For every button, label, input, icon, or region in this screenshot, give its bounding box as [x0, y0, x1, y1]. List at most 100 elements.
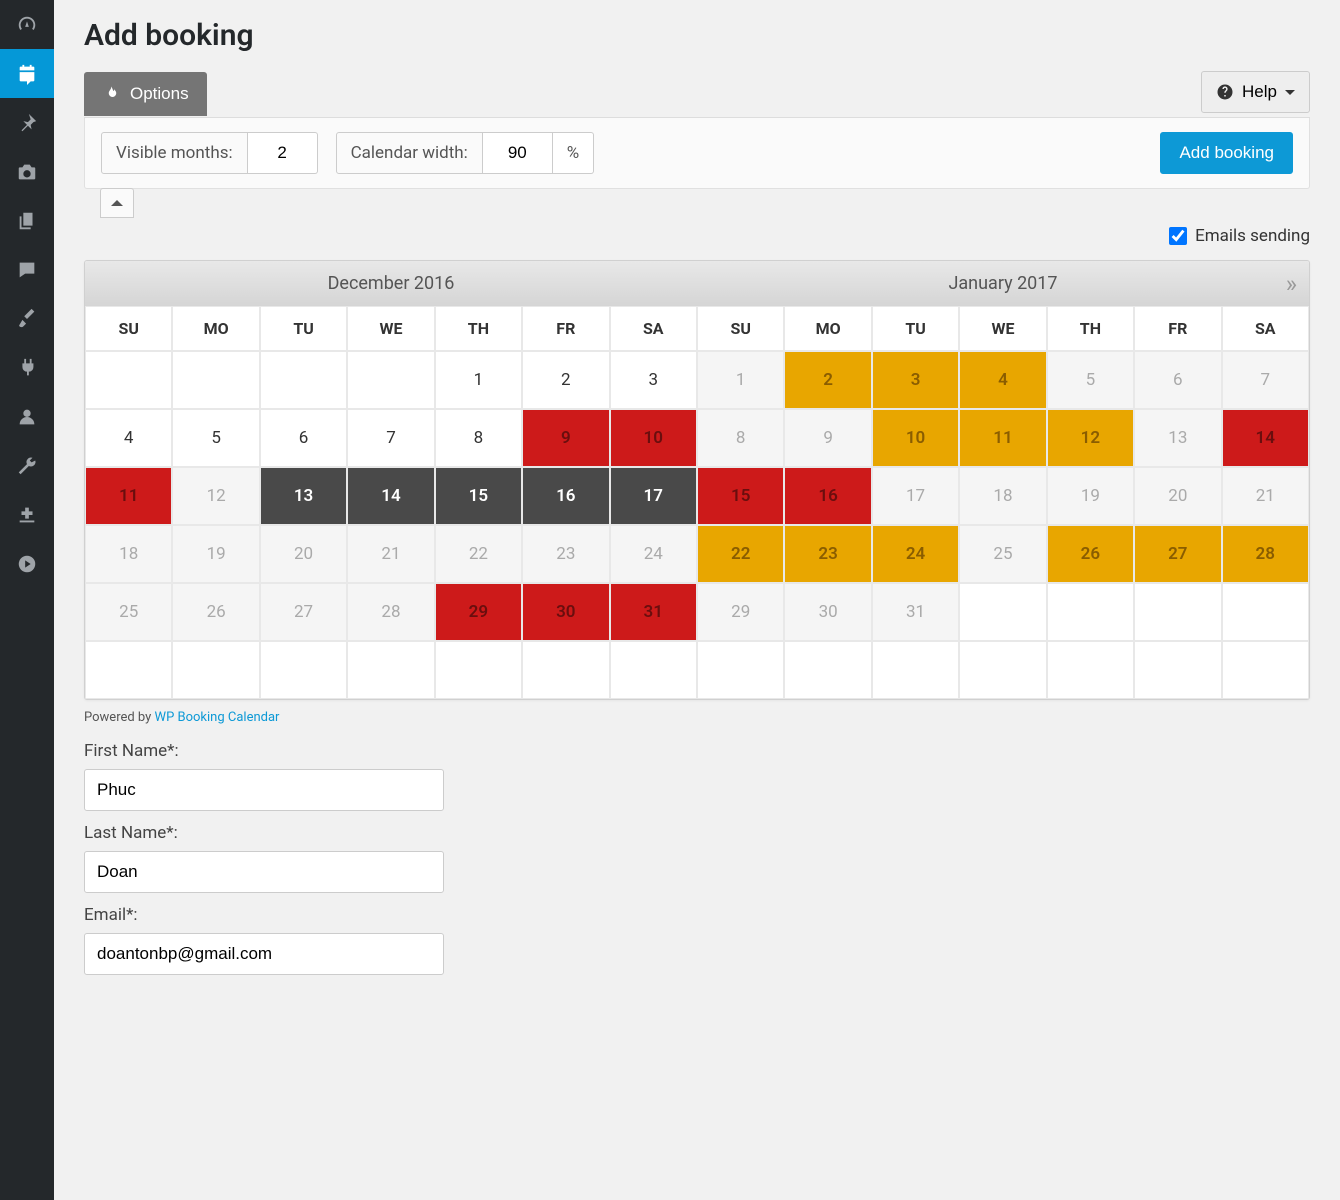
calendar-day[interactable]: 11 [959, 409, 1046, 467]
calendar-day[interactable]: 20 [260, 525, 347, 583]
calendar-day[interactable]: 22 [697, 525, 784, 583]
calendar-day[interactable]: 22 [435, 525, 522, 583]
calendar-day[interactable]: 15 [697, 467, 784, 525]
calendar-day[interactable]: 26 [172, 583, 259, 641]
calendar-day[interactable]: 29 [435, 583, 522, 641]
first-name-input[interactable] [84, 769, 444, 811]
calendar-day[interactable]: 7 [347, 409, 434, 467]
options-tab[interactable]: Options [84, 72, 207, 116]
calendar-day [697, 641, 784, 699]
calendar-day[interactable]: 12 [1047, 409, 1134, 467]
calendar-day[interactable]: 1 [435, 351, 522, 409]
calendar-day[interactable]: 30 [522, 583, 609, 641]
calendar-day[interactable]: 5 [172, 409, 259, 467]
emails-sending-row: Emails sending [84, 226, 1310, 246]
calendar-day[interactable]: 24 [610, 525, 697, 583]
camera-icon [16, 161, 38, 183]
calendar-day[interactable]: 31 [872, 583, 959, 641]
calendar-day[interactable]: 4 [959, 351, 1046, 409]
calendar-day[interactable]: 16 [784, 467, 871, 525]
calendar-day[interactable]: 13 [260, 467, 347, 525]
calendar-day[interactable]: 2 [522, 351, 609, 409]
calendar-day [959, 583, 1046, 641]
calendar-day[interactable]: 26 [1047, 525, 1134, 583]
calendar-day[interactable]: 6 [260, 409, 347, 467]
calendar-day[interactable]: 15 [435, 467, 522, 525]
calendar-day[interactable]: 12 [172, 467, 259, 525]
calendar-day[interactable]: 9 [784, 409, 871, 467]
sidebar-item-posts[interactable] [0, 98, 54, 147]
calendar-day[interactable]: 25 [85, 583, 172, 641]
calendar-day[interactable]: 30 [784, 583, 871, 641]
calendar-day[interactable]: 23 [784, 525, 871, 583]
calendar-day[interactable]: 16 [522, 467, 609, 525]
calendar-day [1222, 583, 1309, 641]
calendar-day[interactable]: 24 [872, 525, 959, 583]
sidebar-item-appearance[interactable] [0, 294, 54, 343]
calendar-day[interactable]: 1 [697, 351, 784, 409]
sidebar-item-settings[interactable] [0, 490, 54, 539]
sidebar-item-users[interactable] [0, 392, 54, 441]
calendar-day[interactable]: 27 [260, 583, 347, 641]
calendar-day[interactable]: 21 [347, 525, 434, 583]
powered-link[interactable]: WP Booking Calendar [155, 710, 280, 725]
calendar-day[interactable]: 20 [1134, 467, 1221, 525]
visible-months-input[interactable] [248, 132, 318, 174]
sidebar-item-media[interactable] [0, 147, 54, 196]
calendar-day[interactable]: 8 [435, 409, 522, 467]
calendar-day[interactable]: 10 [610, 409, 697, 467]
calendar-day[interactable]: 13 [1134, 409, 1221, 467]
last-name-input[interactable] [84, 851, 444, 893]
month-grid: SUMOTUWETHFRSA12345678910111213141516171… [85, 306, 697, 699]
calendar-day[interactable]: 27 [1134, 525, 1221, 583]
user-icon [16, 406, 38, 428]
calendar-day[interactable]: 17 [872, 467, 959, 525]
emails-sending-label: Emails sending [1195, 226, 1310, 246]
help-button[interactable]: Help [1201, 71, 1310, 113]
email-input[interactable] [84, 933, 444, 975]
calendar-day[interactable]: 29 [697, 583, 784, 641]
sidebar-item-booking[interactable] [0, 49, 54, 98]
calendar-day[interactable]: 25 [959, 525, 1046, 583]
collapse-options-button[interactable] [100, 188, 134, 218]
day-of-week-header: SU [697, 306, 784, 351]
calendar-day[interactable]: 14 [1222, 409, 1309, 467]
calendar-day[interactable]: 9 [522, 409, 609, 467]
calendar-day[interactable]: 19 [172, 525, 259, 583]
sidebar-item-dashboard[interactable] [0, 0, 54, 49]
calendar-day[interactable]: 17 [610, 467, 697, 525]
calendar-day [347, 641, 434, 699]
calendar-day[interactable]: 2 [784, 351, 871, 409]
calendar-day[interactable]: 21 [1222, 467, 1309, 525]
calendar-day[interactable]: 5 [1047, 351, 1134, 409]
calendar-next-button[interactable]: » [1286, 270, 1297, 298]
sidebar-item-tools[interactable] [0, 441, 54, 490]
calendar-day[interactable]: 18 [959, 467, 1046, 525]
calendar-day[interactable]: 7 [1222, 351, 1309, 409]
calendar-day[interactable]: 6 [1134, 351, 1221, 409]
calendar-day[interactable]: 3 [610, 351, 697, 409]
calendar-day[interactable]: 10 [872, 409, 959, 467]
calendar-day[interactable]: 18 [85, 525, 172, 583]
day-of-week-header: TU [260, 306, 347, 351]
sidebar-item-pages[interactable] [0, 196, 54, 245]
calendar-day[interactable]: 3 [872, 351, 959, 409]
calendar-day[interactable]: 14 [347, 467, 434, 525]
sidebar-item-collapse[interactable] [0, 539, 54, 588]
calendar-day[interactable]: 31 [610, 583, 697, 641]
calendar-width-input[interactable] [483, 132, 553, 174]
calendar-day[interactable]: 19 [1047, 467, 1134, 525]
calendar-day[interactable]: 11 [85, 467, 172, 525]
calendar-day[interactable]: 4 [85, 409, 172, 467]
emails-sending-checkbox[interactable] [1169, 227, 1187, 245]
add-booking-button[interactable]: Add booking [1160, 132, 1293, 174]
calendar-width-group: Calendar width: % [336, 132, 595, 174]
calendar-day[interactable]: 28 [1222, 525, 1309, 583]
calendar-day[interactable]: 28 [347, 583, 434, 641]
wrench-icon [16, 455, 38, 477]
sidebar-item-comments[interactable] [0, 245, 54, 294]
calendar-day[interactable]: 8 [697, 409, 784, 467]
sidebar-item-plugins[interactable] [0, 343, 54, 392]
calendar-day[interactable]: 23 [522, 525, 609, 583]
booking-form: First Name*: Last Name*: Email*: [84, 741, 1310, 975]
